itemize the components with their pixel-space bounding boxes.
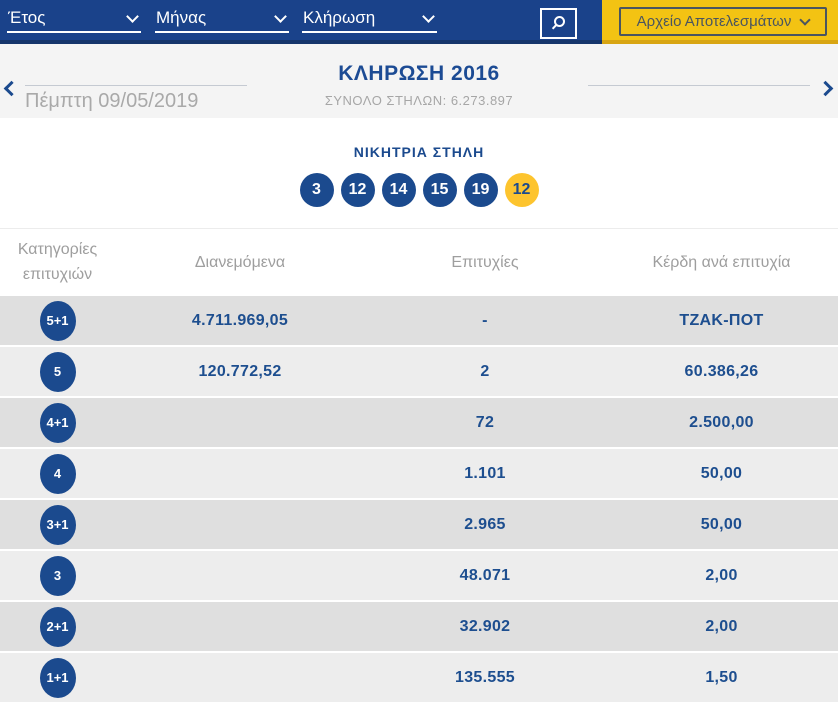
next-draw-button[interactable] <box>814 78 836 100</box>
prize-cell: 60.386,26 <box>605 363 838 381</box>
search-icon <box>550 15 567 32</box>
winners-cell: 48.071 <box>365 567 605 585</box>
winning-numbers: 3 12 14 15 19 12 <box>0 173 838 207</box>
divider-line <box>588 85 810 86</box>
draw-title: ΚΛΗΡΩΣΗ 2016 <box>0 62 838 86</box>
winning-column-section: ΝΙΚΗΤΡΙΑ ΣΤΗΛΗ 3 12 14 15 19 12 <box>0 118 838 228</box>
category-cell: 4+1 <box>0 403 115 443</box>
category-badge: 2+1 <box>40 607 76 647</box>
prize-cell: 50,00 <box>605 516 838 534</box>
winners-cell: - <box>365 312 605 330</box>
winning-column-title: ΝΙΚΗΤΡΙΑ ΣΤΗΛΗ <box>0 144 838 160</box>
column-header-category: Κατηγορίες επιτυχιών <box>0 238 115 288</box>
winning-number-ball: 15 <box>423 173 457 207</box>
bonus-number-ball: 12 <box>505 173 539 207</box>
category-cell: 3 <box>0 556 115 596</box>
winning-number-ball: 12 <box>341 173 375 207</box>
winners-cell: 72 <box>365 414 605 432</box>
month-dropdown[interactable]: Μήνας <box>155 5 289 33</box>
category-badge: 5 <box>40 352 76 392</box>
table-row: 5 120.772,52 2 60.386,26 <box>0 347 838 398</box>
table-row: 1+1 135.555 1,50 <box>0 653 838 704</box>
chevron-right-icon <box>817 80 833 96</box>
table-header-row: Κατηγορίες επιτυχιών Διανεμόμενα Επιτυχί… <box>0 228 838 296</box>
chevron-down-icon <box>274 10 287 23</box>
search-button[interactable] <box>540 8 577 39</box>
table-row: 2+1 32.902 2,00 <box>0 602 838 653</box>
distributed-cell: 120.772,52 <box>115 363 365 381</box>
total-columns: ΣΥΝΟΛΟ ΣΤΗΛΩΝ: 6.273.897 <box>0 93 838 108</box>
month-dropdown-label: Μήνας <box>156 8 206 28</box>
category-cell: 5+1 <box>0 301 115 341</box>
category-badge: 4 <box>40 454 76 494</box>
winning-number-ball: 19 <box>464 173 498 207</box>
archive-results-label: Αρχείο Αποτελεσμάτων <box>637 13 792 30</box>
category-cell: 2+1 <box>0 607 115 647</box>
draw-navigation: Πέμπτη 09/05/2019 ΚΛΗΡΩΣΗ 2016 ΣΥΝΟΛΟ ΣΤ… <box>0 44 838 118</box>
prize-cell: 2.500,00 <box>605 414 838 432</box>
year-dropdown[interactable]: Έτος <box>7 5 141 33</box>
archive-results-button[interactable]: Αρχείο Αποτελεσμάτων <box>619 7 827 36</box>
winners-cell: 135.555 <box>365 669 605 687</box>
distributed-cell: 4.711.969,05 <box>115 312 365 330</box>
prize-cell: 2,00 <box>605 618 838 636</box>
lottery-results-page: Έτος Μήνας Κλήρωση Αρχείο Αποτελεσμάτων <box>0 0 838 708</box>
category-badge: 5+1 <box>40 301 76 341</box>
table-row: 3 48.071 2,00 <box>0 551 838 602</box>
prize-cell: ΤΖΑΚ-ΠΟΤ <box>605 312 838 330</box>
winners-cell: 32.902 <box>365 618 605 636</box>
column-header-prize: Κέρδη ανά επιτυχία <box>605 254 838 272</box>
table-row: 4 1.101 50,00 <box>0 449 838 500</box>
category-cell: 3+1 <box>0 505 115 545</box>
category-cell: 4 <box>0 454 115 494</box>
prize-cell: 50,00 <box>605 465 838 483</box>
year-dropdown-label: Έτος <box>8 8 45 28</box>
archive-results-section: Αρχείο Αποτελεσμάτων <box>602 0 838 44</box>
draw-dropdown-label: Κλήρωση <box>303 8 375 28</box>
category-badge: 1+1 <box>40 658 76 698</box>
category-badge: 3 <box>40 556 76 596</box>
category-badge: 3+1 <box>40 505 76 545</box>
table-row: 4+1 72 2.500,00 <box>0 398 838 449</box>
category-badge: 4+1 <box>40 403 76 443</box>
winners-cell: 2 <box>365 363 605 381</box>
filter-bar: Έτος Μήνας Κλήρωση Αρχείο Αποτελεσμάτων <box>0 0 838 44</box>
table-row: 5+1 4.711.969,05 - ΤΖΑΚ-ΠΟΤ <box>0 296 838 347</box>
winners-cell: 2.965 <box>365 516 605 534</box>
results-table: Κατηγορίες επιτυχιών Διανεμόμενα Επιτυχί… <box>0 228 838 704</box>
table-row: 3+1 2.965 50,00 <box>0 500 838 551</box>
category-cell: 5 <box>0 352 115 392</box>
winning-number-ball: 14 <box>382 173 416 207</box>
winning-number-ball: 3 <box>300 173 334 207</box>
category-cell: 1+1 <box>0 658 115 698</box>
prize-cell: 2,00 <box>605 567 838 585</box>
column-header-distributed: Διανεμόμενα <box>115 254 365 272</box>
prize-cell: 1,50 <box>605 669 838 687</box>
winners-cell: 1.101 <box>365 465 605 483</box>
column-header-winners: Επιτυχίες <box>365 254 605 272</box>
chevron-down-icon <box>126 10 139 23</box>
draw-dropdown[interactable]: Κλήρωση <box>302 5 437 33</box>
chevron-down-icon <box>422 10 435 23</box>
chevron-down-icon <box>800 14 811 25</box>
